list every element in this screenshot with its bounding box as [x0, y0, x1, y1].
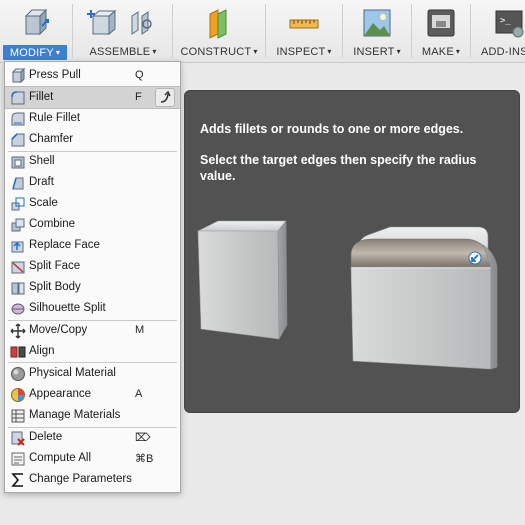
menu-item-combine[interactable]: Combine [5, 214, 180, 235]
assemble-group[interactable]: ASSEMBLE ▾ [75, 0, 171, 62]
tooltip-instructions: Select the target edges then specify the… [200, 153, 477, 183]
shell-icon [11, 156, 25, 169]
appearance-icon [11, 388, 25, 402]
svg-text:>_: >_ [500, 16, 511, 26]
replace-face-icon [11, 241, 24, 253]
compute-all-icon [11, 452, 25, 466]
filleted-cube [350, 226, 498, 370]
split-body-icon [11, 282, 25, 295]
make-group[interactable]: MAKE ▾ [414, 0, 468, 62]
insert-menu-button[interactable]: INSERT ▾ [345, 46, 409, 58]
menu-item-draft[interactable]: Draft [5, 172, 180, 193]
press-pull-icon [11, 68, 26, 84]
menu-item-scale[interactable]: Scale [5, 193, 180, 214]
align-icon [10, 346, 26, 358]
offset-plane-icon[interactable] [202, 6, 236, 40]
construct-group[interactable]: CONSTRUCT ▾ [175, 0, 263, 62]
make-menu-button[interactable]: MAKE ▾ [414, 46, 468, 58]
fillet-icon [11, 91, 25, 105]
press-pull-tool-icon[interactable] [18, 6, 52, 40]
move-copy-icon [10, 323, 26, 339]
joint-icon[interactable] [125, 6, 159, 40]
3d-print-icon[interactable] [424, 6, 458, 40]
menu-item-split-face[interactable]: Split Face [5, 256, 180, 277]
modify-dropdown-menu: Press Pull Q Fillet F Rule Fillet Chamfe… [4, 61, 181, 493]
add-ins-menu-button[interactable]: ADD-INS [481, 46, 525, 58]
menu-item-manage-materials[interactable]: Manage Materials [5, 405, 180, 426]
menu-item-replace-face[interactable]: Replace Face [5, 235, 180, 256]
inspect-menu-button[interactable]: INSPECT ▾ [268, 46, 340, 58]
menu-item-fillet[interactable]: Fillet F [5, 86, 180, 109]
pin-to-toolbar-button[interactable] [155, 88, 175, 107]
scale-icon [11, 197, 25, 211]
menu-item-silhouette-split[interactable]: Silhouette Split [5, 298, 180, 319]
fillet-illustration [197, 220, 498, 370]
measure-icon[interactable] [287, 6, 321, 40]
menu-item-move-copy[interactable]: Move/Copy M [5, 320, 180, 341]
rule-fillet-icon [11, 112, 25, 126]
construct-menu-button[interactable]: CONSTRUCT ▾ [175, 46, 263, 58]
menu-item-physical-material[interactable]: Physical Material [5, 363, 180, 384]
menu-item-chamfer[interactable]: Chamfer [5, 129, 180, 150]
menu-item-shell[interactable]: Shell [5, 151, 180, 172]
menu-item-appearance[interactable]: Appearance A [5, 384, 180, 405]
menu-item-split-body[interactable]: Split Body [5, 277, 180, 298]
toolbar: MODIFY ▾ ASSEMBLE ▾ CONSTRUCT ▾ INSPECT … [0, 0, 525, 63]
modify-group[interactable]: MODIFY ▾ [0, 0, 70, 62]
modify-menu-button[interactable]: MODIFY ▾ [3, 45, 67, 60]
chamfer-icon [11, 133, 25, 147]
delete-icon [11, 431, 25, 446]
menu-item-change-parameters[interactable]: Change Parameters [5, 469, 180, 490]
fillet-tooltip: Adds fillets or rounds to one or more ed… [184, 90, 520, 413]
new-component-icon[interactable] [87, 6, 121, 40]
edge-pick-cursor-icon [468, 251, 482, 265]
manage-materials-icon [11, 409, 25, 423]
add-ins-group[interactable]: >_ ADD-INS [475, 0, 525, 62]
tooltip-description: Adds fillets or rounds to one or more ed… [200, 122, 464, 136]
draft-icon [12, 177, 24, 190]
scripts-icon[interactable]: >_ [493, 6, 525, 40]
menu-item-delete[interactable]: Delete ⌦ [5, 427, 180, 448]
inspect-group[interactable]: INSPECT ▾ [268, 0, 340, 62]
menu-item-compute-all[interactable]: Compute All ⌘B [5, 448, 180, 469]
assemble-menu-button[interactable]: ASSEMBLE ▾ [75, 46, 171, 58]
split-face-icon [11, 261, 25, 274]
physical-material-icon [11, 367, 25, 381]
menu-item-align[interactable]: Align [5, 341, 180, 362]
insert-group[interactable]: INSERT ▾ [345, 0, 409, 62]
menu-item-press-pull[interactable]: Press Pull Q [5, 65, 180, 86]
menu-item-rule-fillet[interactable]: Rule Fillet [5, 108, 180, 129]
silhouette-split-icon [11, 303, 25, 315]
combine-icon [11, 218, 25, 232]
insert-image-icon[interactable] [360, 6, 394, 40]
sigma-icon [11, 473, 23, 487]
pin-icon [160, 90, 171, 103]
plain-cube [197, 220, 288, 341]
